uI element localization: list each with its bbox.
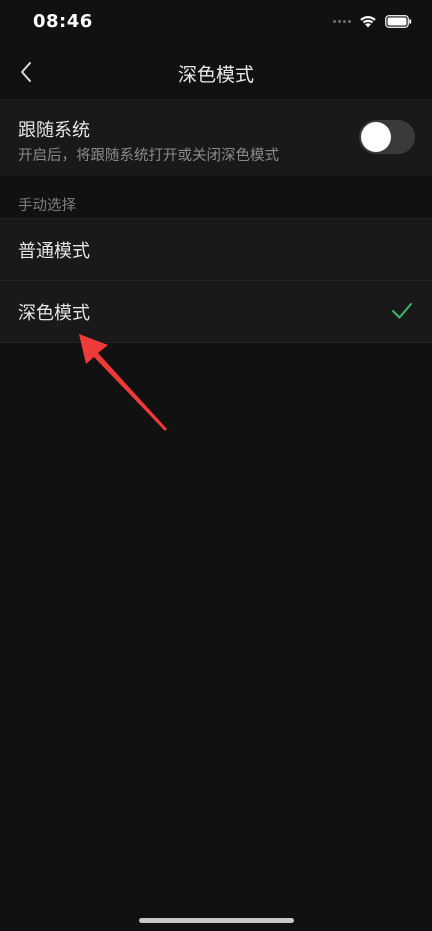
navigation-bar: 深色模式: [0, 46, 432, 98]
status-icons: [333, 14, 412, 28]
wifi-icon: [360, 16, 376, 28]
option-dark-mode[interactable]: 深色模式: [0, 280, 432, 343]
mode-option-list: 普通模式 深色模式: [0, 218, 432, 343]
option-normal-mode[interactable]: 普通模式: [0, 218, 432, 280]
option-label: 普通模式: [18, 241, 90, 262]
home-indicator[interactable]: [139, 918, 294, 923]
follow-system-cell: 跟随系统 开启后，将跟随系统打开或关闭深色模式: [0, 99, 432, 176]
follow-system-title: 跟随系统: [18, 120, 90, 141]
battery-icon: [385, 14, 412, 28]
dark-mode-settings-screen: 08:46 深色模式 跟随系统 开启后，将跟随系统打开或关闭深色模式 手动选择 …: [0, 0, 432, 931]
toggle-knob: [361, 122, 391, 152]
signal-dots-icon: [333, 19, 351, 23]
status-time: 08:46: [33, 11, 93, 32]
checkmark-icon: [392, 303, 412, 319]
page-title: 深色模式: [177, 64, 254, 86]
follow-system-toggle[interactable]: [359, 120, 415, 154]
status-bar: 08:46: [0, 0, 432, 46]
manual-select-header: 手动选择: [18, 198, 76, 214]
option-label: 深色模式: [18, 303, 90, 324]
follow-system-description: 开启后，将跟随系统打开或关闭深色模式: [18, 148, 279, 164]
